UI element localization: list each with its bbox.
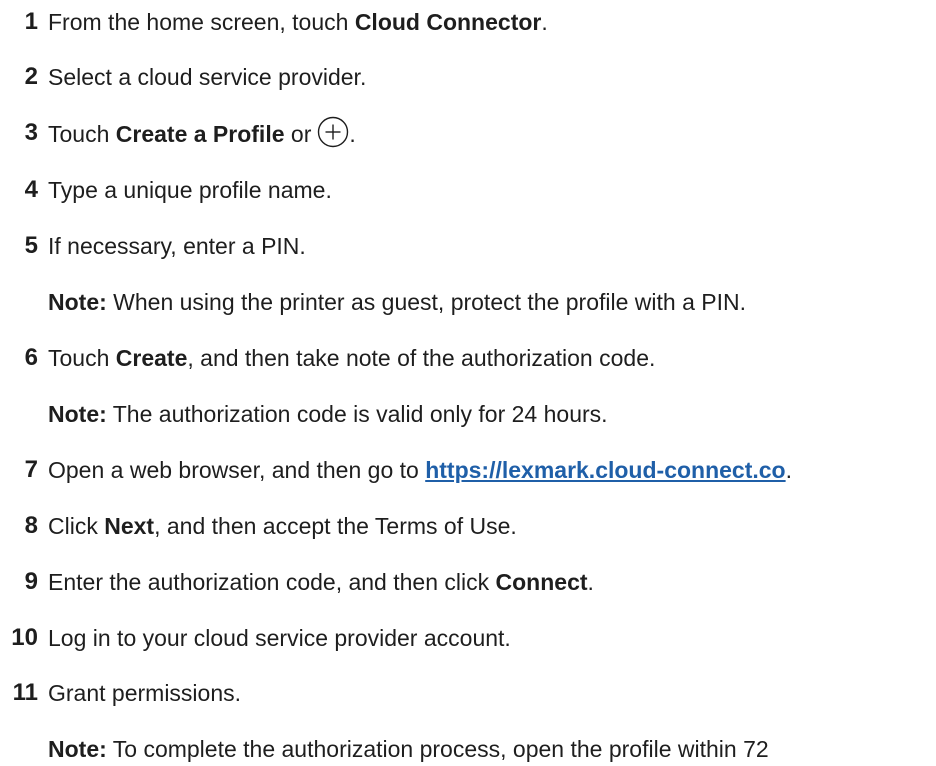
step-4: 4 Type a unique profile name. — [0, 173, 936, 207]
step-number: 10 — [11, 624, 38, 651]
step-2: 2 Select a cloud service provider. — [0, 60, 936, 94]
note-text: When using the printer as guest, protect… — [106, 289, 746, 315]
step-number: 7 — [24, 456, 38, 483]
plus-circle-icon — [317, 116, 349, 148]
instruction-document: 1 From the home screen, touch Cloud Conn… — [0, 0, 936, 762]
note-text: To complete the authorization process, o… — [106, 736, 769, 762]
step-text: From the home screen, touch Cloud Connec… — [48, 9, 548, 35]
step-6: 6 Touch Create, and then take note of th… — [0, 341, 936, 375]
step-text: Open a web browser, and then go to https… — [48, 457, 792, 483]
step-text: Log in to your cloud service provider ac… — [48, 625, 511, 651]
step-number: 5 — [24, 232, 38, 259]
step-5: 5 If necessary, enter a PIN. — [0, 229, 936, 263]
ui-term-create-a-profile: Create a Profile — [115, 121, 285, 147]
step-number: 1 — [24, 8, 38, 35]
step-number: 4 — [24, 176, 38, 203]
step-number: 3 — [24, 119, 38, 146]
step-text: Click Next, and then accept the Terms of… — [48, 513, 517, 539]
note-guest-pin: Note: When using the printer as guest, p… — [0, 285, 936, 319]
step-text: Type a unique profile name. — [48, 177, 332, 203]
note-code-validity: Note: The authorization code is valid on… — [0, 397, 936, 431]
step-3: 3 Touch Create a Profile or. — [0, 116, 936, 150]
step-number: 6 — [24, 344, 38, 371]
step-text: Touch Create a Profile or. — [48, 116, 356, 151]
ui-term-create: Create — [115, 345, 188, 371]
note-label: Note: — [48, 401, 107, 427]
step-text: If necessary, enter a PIN. — [48, 233, 306, 259]
step-text: Enter the authorization code, and then c… — [48, 569, 594, 595]
step-number: 9 — [24, 568, 38, 595]
step-10: 10 Log in to your cloud service provider… — [0, 621, 936, 655]
note-text: The authorization code is valid only for… — [106, 401, 608, 427]
step-7: 7 Open a web browser, and then go to htt… — [0, 453, 936, 487]
step-8: 8 Click Next, and then accept the Terms … — [0, 509, 936, 543]
step-text: Select a cloud service provider. — [48, 64, 367, 90]
step-text: Grant permissions. — [48, 680, 242, 706]
note-label: Note: — [48, 289, 107, 315]
ui-term-next: Next — [104, 513, 155, 539]
step-number: 2 — [24, 63, 38, 90]
ui-term-cloud-connector: Cloud Connector — [354, 9, 542, 35]
ui-term-connect: Connect — [495, 569, 588, 595]
step-1: 1 From the home screen, touch Cloud Conn… — [0, 5, 936, 39]
step-11: 11 Grant permissions. — [0, 676, 936, 710]
step-text: Touch Create, and then take note of the … — [48, 345, 656, 371]
step-number: 8 — [24, 512, 38, 539]
note-authorization-process: Note: To complete the authorization proc… — [0, 732, 936, 766]
note-label: Note: — [48, 736, 107, 762]
step-9: 9 Enter the authorization code, and then… — [0, 565, 936, 599]
cloud-connect-link[interactable]: https://lexmark.cloud-connect.co — [425, 457, 785, 483]
step-number: 11 — [12, 679, 38, 706]
